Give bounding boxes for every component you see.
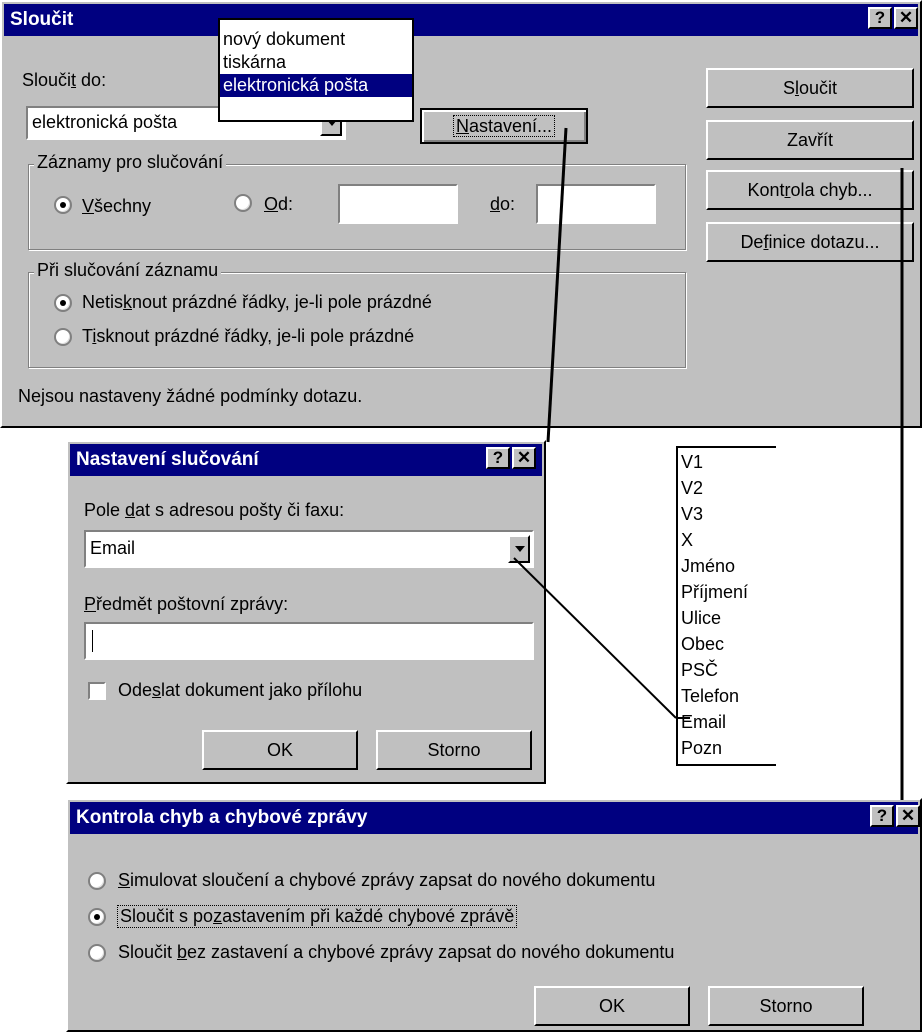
callout-connectors: [513, 127, 904, 800]
connector-setup: [546, 127, 568, 443]
connector-email: [513, 557, 677, 719]
